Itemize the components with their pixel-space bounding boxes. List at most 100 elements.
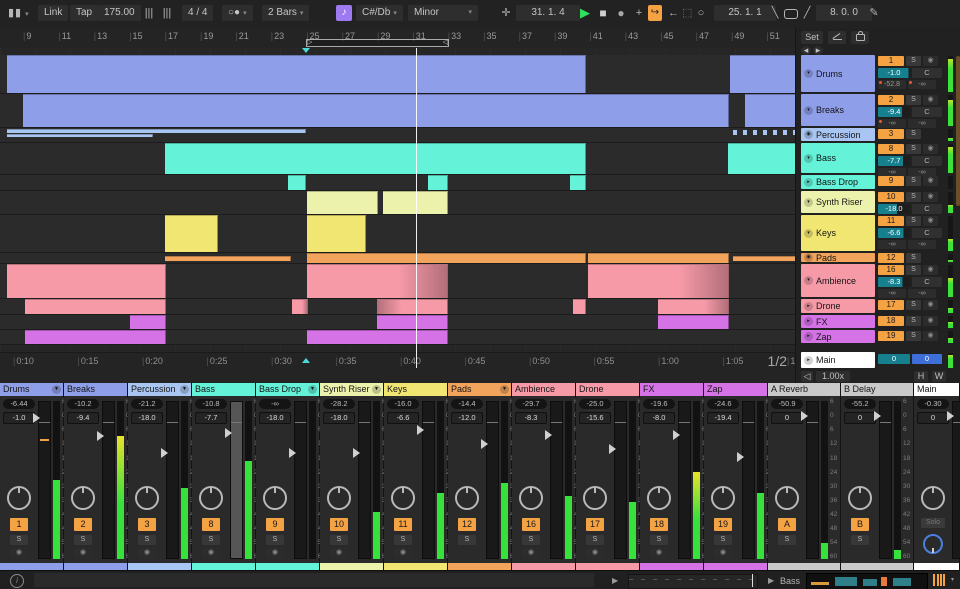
arrangement-position-field[interactable]: 31. 1. 4 bbox=[516, 5, 580, 21]
peak-level-field[interactable]: -50.9 bbox=[771, 399, 803, 409]
track-activator-button[interactable]: 12 bbox=[878, 253, 904, 263]
clip[interactable] bbox=[730, 55, 796, 93]
solo-button[interactable]: S bbox=[266, 535, 284, 545]
solo-button[interactable]: S bbox=[138, 535, 156, 545]
insert-marker-icon[interactable]: ✛ bbox=[500, 5, 512, 21]
main-pan-slider[interactable]: 0 bbox=[912, 354, 942, 364]
send-slider[interactable]: -∞ bbox=[908, 80, 936, 89]
device-chain-preview[interactable] bbox=[806, 573, 928, 589]
track-header-synth-riser[interactable]: ▾ Synth Riser 10 S ◉ -18.0 C bbox=[796, 191, 960, 214]
solo-button[interactable]: S bbox=[906, 331, 921, 341]
peak-level-field[interactable]: -∞ bbox=[259, 399, 291, 409]
volume-field[interactable]: -9.4 bbox=[67, 412, 99, 424]
fold-icon[interactable]: ▼ bbox=[52, 385, 61, 394]
pan-knob[interactable] bbox=[391, 486, 415, 510]
track-activator-button[interactable]: 8 bbox=[878, 144, 904, 154]
track-header-percussion[interactable]: ◉ Percussion 3 S bbox=[796, 128, 960, 142]
volume-fader[interactable] bbox=[417, 401, 435, 559]
volume-slider[interactable]: -7.7 bbox=[878, 156, 910, 166]
track-activator-button[interactable]: 18 bbox=[650, 518, 668, 531]
clip[interactable] bbox=[25, 330, 166, 344]
solo-button[interactable]: S bbox=[330, 535, 348, 545]
send-slider[interactable]: -∞ bbox=[908, 289, 936, 298]
track-activator-button[interactable]: 2 bbox=[878, 95, 904, 105]
punch-in-icon[interactable]: ╲ bbox=[770, 5, 780, 21]
clip[interactable] bbox=[745, 94, 796, 127]
preview-speaker-icon[interactable]: ◁ bbox=[801, 371, 813, 382]
loop-dot-icon[interactable]: ○ bbox=[696, 5, 706, 21]
track-name[interactable]: ▸ Bass Drop bbox=[801, 175, 875, 189]
track-name[interactable]: ▾ Breaks bbox=[801, 94, 875, 126]
fader-handle[interactable] bbox=[417, 425, 424, 436]
clip[interactable] bbox=[658, 299, 729, 314]
arrangement-area[interactable] bbox=[0, 48, 796, 352]
track-activator-button[interactable]: 1 bbox=[10, 518, 28, 531]
fader-handle[interactable] bbox=[225, 428, 232, 439]
track-header-breaks[interactable]: ▾ Breaks 2 S ◉ -9.4 C -∞ -∞ bbox=[796, 94, 960, 128]
fader-handle[interactable] bbox=[874, 411, 881, 422]
track-activator-button[interactable]: 17 bbox=[878, 300, 904, 310]
volume-field[interactable]: -12.0 bbox=[451, 412, 483, 424]
peak-level-field[interactable]: -10.8 bbox=[195, 399, 227, 409]
volume-field[interactable]: -8.3 bbox=[515, 412, 547, 424]
pan-knob[interactable] bbox=[71, 486, 95, 510]
solo-button[interactable]: S bbox=[10, 535, 28, 545]
clip[interactable] bbox=[288, 175, 306, 190]
track-name[interactable]: ▾ Keys bbox=[801, 215, 875, 251]
arm-monitor-button[interactable]: ◉ bbox=[586, 548, 604, 558]
track-name[interactable]: ▸ Drone bbox=[801, 299, 875, 313]
track-activator-button[interactable]: 18 bbox=[878, 316, 904, 326]
arm-monitor-button[interactable]: ◉ bbox=[138, 548, 156, 558]
arm-monitor-button[interactable]: ◉ bbox=[923, 95, 938, 105]
track-activator-button[interactable]: 3 bbox=[878, 129, 904, 139]
arm-monitor-button[interactable]: ◉ bbox=[923, 331, 938, 341]
peak-level-field[interactable]: -0.30 bbox=[917, 399, 949, 409]
device-view-toggle-icon[interactable]: ▶ bbox=[768, 576, 774, 585]
track-name[interactable]: ▸ Main bbox=[801, 352, 875, 368]
track-header-fx[interactable]: ▸ FX 18 S ◉ bbox=[796, 315, 960, 329]
clip[interactable] bbox=[377, 315, 448, 329]
arm-monitor-button[interactable]: ◉ bbox=[923, 216, 938, 226]
solo-button[interactable]: S bbox=[202, 535, 220, 545]
fold-icon[interactable]: ▾ bbox=[804, 105, 813, 115]
punch-out-icon[interactable]: ╱ bbox=[802, 5, 812, 21]
clip[interactable] bbox=[23, 55, 166, 93]
volume-field[interactable]: -8.0 bbox=[643, 412, 675, 424]
pan-dial[interactable]: C bbox=[912, 107, 942, 117]
peak-level-field[interactable]: -55.2 bbox=[844, 399, 876, 409]
fold-icon[interactable]: ▾ bbox=[804, 197, 813, 207]
track-activator-button[interactable]: 2 bbox=[74, 518, 92, 531]
track-header-keys[interactable]: ▾ Keys 11 S ◉ -6.6 C -∞ -∞ bbox=[796, 215, 960, 252]
fold-icon[interactable]: ▾ bbox=[804, 228, 813, 238]
arm-monitor-button[interactable]: ◉ bbox=[266, 548, 284, 558]
clip[interactable] bbox=[570, 175, 586, 190]
clip[interactable] bbox=[307, 191, 378, 214]
clip-overview-strip[interactable] bbox=[628, 574, 758, 589]
fold-icon[interactable]: ▾ bbox=[804, 276, 813, 285]
pan-dial[interactable]: C bbox=[912, 68, 942, 78]
send-slider[interactable]: -∞ bbox=[878, 119, 906, 128]
volume-fader[interactable] bbox=[289, 401, 307, 559]
time-ruler[interactable]: 1/2 |0:10 |0:15 |0:20 |0:25 |0:30 |0:35 |0:40 |… bbox=[0, 352, 808, 384]
track-activator-button[interactable]: 17 bbox=[586, 518, 604, 531]
fold-icon[interactable]: ▸ bbox=[804, 317, 813, 326]
volume-fader[interactable] bbox=[97, 401, 115, 559]
clip[interactable] bbox=[7, 129, 306, 133]
track-header-bass-drop[interactable]: ▸ Bass Drop 9 S ◉ bbox=[796, 175, 960, 190]
scale-mode-button[interactable]: ♪ bbox=[336, 5, 352, 21]
mixer-track-title[interactable]: Breaks bbox=[64, 383, 127, 396]
arm-monitor-button[interactable]: ◉ bbox=[522, 548, 540, 558]
mixer-track-title[interactable]: Percussion ▼ bbox=[128, 383, 191, 396]
volume-fader[interactable] bbox=[737, 401, 755, 559]
track-header-pads[interactable]: ◉ Pads 12 S bbox=[796, 253, 960, 263]
metronome-button[interactable]: ○● ▾ bbox=[222, 5, 253, 21]
link-button[interactable]: Link bbox=[38, 5, 69, 21]
peak-level-field[interactable]: -10.2 bbox=[67, 399, 99, 409]
arm-monitor-button[interactable]: ◉ bbox=[394, 548, 412, 558]
arm-monitor-button[interactable]: ◉ bbox=[202, 548, 220, 558]
clip[interactable] bbox=[7, 264, 166, 298]
fader-handle[interactable] bbox=[289, 448, 296, 459]
track-name[interactable]: ▾ Ambience bbox=[801, 264, 875, 297]
clip[interactable] bbox=[585, 94, 659, 127]
play-button[interactable]: ▶ bbox=[578, 5, 592, 21]
